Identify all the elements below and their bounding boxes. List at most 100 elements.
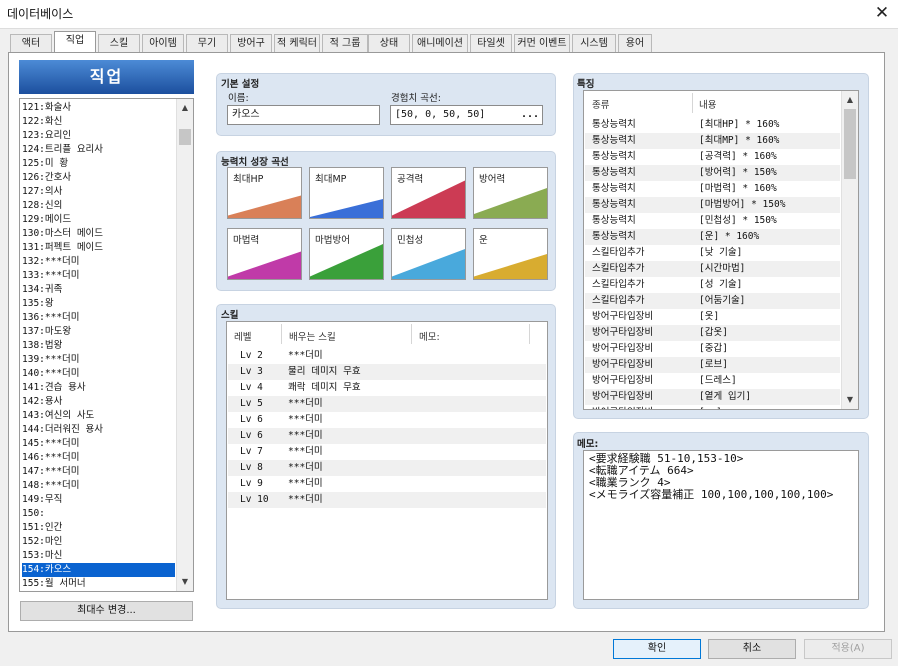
skills-table[interactable]: 레벨 배우는 스킬 메모: Lv 2 ***더미 Lv 3 물리 데미지 무효 Lv 4… — [226, 321, 548, 600]
class-list-item[interactable]: 141:견습 용사 — [22, 381, 175, 395]
class-list-item[interactable]: 139:***더미 — [22, 353, 175, 367]
table-row[interactable]: 통상능력치 [마법방어] * 150% — [585, 197, 840, 213]
cancel-button[interactable]: 취소 — [708, 639, 796, 659]
scroll-thumb[interactable] — [179, 129, 191, 145]
tab-1[interactable]: 직업 — [54, 31, 96, 52]
class-list-item[interactable]: 126:간호사 — [22, 171, 175, 185]
class-list-item[interactable]: 130:마스터 메이드 — [22, 227, 175, 241]
table-row[interactable]: Lv 3 물리 데미지 무효 — [228, 364, 546, 380]
table-row[interactable]: 방어구타입장비 [옅게 입기] — [585, 389, 840, 405]
apply-button[interactable]: 적용(A) — [804, 639, 892, 659]
class-list-item[interactable]: 121:화술사 — [22, 101, 175, 115]
class-list-item[interactable]: 152:마인 — [22, 535, 175, 549]
param-curve[interactable]: 마법력 — [227, 228, 302, 280]
class-list-item[interactable]: 144:더러워진 용사 — [22, 423, 175, 437]
tab-9[interactable]: 애니메이션 — [412, 34, 468, 52]
table-row[interactable]: 통상능력치 [마법력] * 160% — [585, 181, 840, 197]
exp-curve-button[interactable]: ... — [521, 106, 539, 124]
class-list[interactable]: 121:화술사 122:화신 123:요리인 124:트리플 요리사 125:미 황 12… — [19, 98, 194, 592]
table-row[interactable]: 통상능력치 [방어력] * 150% — [585, 165, 840, 181]
tab-10[interactable]: 타일셋 — [470, 34, 512, 52]
class-list-item[interactable]: 153:마신 — [22, 549, 175, 563]
traits-scrollbar[interactable]: ▲ ▼ — [841, 91, 858, 409]
class-list-item[interactable]: 138:법왕 — [22, 339, 175, 353]
table-row[interactable]: 통상능력치 [운] * 160% — [585, 229, 840, 245]
table-row[interactable]: 스킬타입추가 [성 기술] — [585, 277, 840, 293]
class-list-item[interactable]: 132:***더미 — [22, 255, 175, 269]
close-icon[interactable]: ✕ — [872, 2, 892, 24]
param-curve[interactable]: 최대HP — [227, 167, 302, 219]
class-list-item[interactable]: 131:퍼펙트 메이드 — [22, 241, 175, 255]
tab-13[interactable]: 용어 — [618, 34, 652, 52]
table-row[interactable]: Lv 10 ***더미 — [228, 492, 546, 508]
class-list-item[interactable]: 148:***더미 — [22, 479, 175, 493]
table-row[interactable]: Lv 9 ***더미 — [228, 476, 546, 492]
table-row[interactable]: Lv 7 ***더미 — [228, 444, 546, 460]
scroll-down-icon[interactable]: ▼ — [842, 393, 858, 407]
tab-11[interactable]: 커먼 이벤트 — [514, 34, 570, 52]
class-list-item[interactable]: 133:***더미 — [22, 269, 175, 283]
class-list-item[interactable]: 122:화신 — [22, 115, 175, 129]
table-row[interactable]: Lv 6 ***더미 — [228, 412, 546, 428]
ok-button[interactable]: 확인 — [613, 639, 701, 659]
scroll-up-icon[interactable]: ▲ — [177, 101, 193, 115]
table-row[interactable]: Lv 8 ***더미 — [228, 460, 546, 476]
param-curve[interactable]: 최대MP — [309, 167, 384, 219]
name-input[interactable]: 카오스 — [227, 105, 380, 125]
tab-12[interactable]: 시스템 — [572, 34, 616, 52]
class-list-item[interactable]: 154:카오스 — [22, 563, 175, 577]
param-curve[interactable]: 민첩성 — [391, 228, 466, 280]
exp-curve-input[interactable]: [50, 0, 50, 50] ... — [390, 105, 543, 125]
memo-textarea[interactable]: <要求経験職 51-10,153-10> <転職アイテム 664> <職業ランク… — [583, 450, 859, 600]
table-row[interactable]: 스킬타입추가 [어둠기술] — [585, 293, 840, 309]
class-list-item[interactable]: 134:귀족 — [22, 283, 175, 297]
tab-8[interactable]: 상태 — [368, 34, 410, 52]
param-curve[interactable]: 운 — [473, 228, 548, 280]
param-curve[interactable]: 마법방어 — [309, 228, 384, 280]
class-list-scrollbar[interactable]: ▲ ▼ — [176, 99, 193, 591]
class-list-item[interactable]: 125:미 황 — [22, 157, 175, 171]
table-row[interactable]: 통상능력치 [최대MP] * 160% — [585, 133, 840, 149]
class-list-item[interactable]: 150: — [22, 507, 175, 521]
class-list-item[interactable]: 127:의사 — [22, 185, 175, 199]
class-list-item[interactable]: 147:***더미 — [22, 465, 175, 479]
class-list-item[interactable]: 149:무직 — [22, 493, 175, 507]
class-list-item[interactable]: 143:여신의 사도 — [22, 409, 175, 423]
tab-6[interactable]: 적 케릭터 — [274, 34, 320, 52]
class-list-item[interactable]: 128:신의 — [22, 199, 175, 213]
scroll-down-icon[interactable]: ▼ — [177, 575, 193, 589]
table-row[interactable]: 통상능력치 [민첩성] * 150% — [585, 213, 840, 229]
table-row[interactable]: 방어구타입장비 [..] — [585, 405, 840, 409]
class-list-item[interactable]: 129:메이드 — [22, 213, 175, 227]
class-list-item[interactable]: 142:용사 — [22, 395, 175, 409]
tab-2[interactable]: 스킬 — [98, 34, 140, 52]
param-curve[interactable]: 방어력 — [473, 167, 548, 219]
table-row[interactable]: Lv 6 ***더미 — [228, 428, 546, 444]
class-list-item[interactable]: 123:요리인 — [22, 129, 175, 143]
tab-0[interactable]: 액터 — [10, 34, 52, 52]
table-row[interactable]: 스킬타입추가 [시간마법] — [585, 261, 840, 277]
class-list-item[interactable]: 135:왕 — [22, 297, 175, 311]
tab-5[interactable]: 방어구 — [230, 34, 272, 52]
table-row[interactable]: 스킬타입추가 [낮 기술] — [585, 245, 840, 261]
table-row[interactable]: 방어구타입장비 [중갑] — [585, 341, 840, 357]
traits-table[interactable]: 종류 내용 통상능력치 [최대HP] * 160% 통상능력치 [최대MP] * 16… — [583, 90, 859, 410]
class-list-item[interactable]: 145:***더미 — [22, 437, 175, 451]
tab-7[interactable]: 적 그룹 — [322, 34, 368, 52]
table-row[interactable]: 통상능력치 [공격력] * 160% — [585, 149, 840, 165]
change-maximum-button[interactable]: 최대수 변경... — [20, 601, 193, 621]
tab-4[interactable]: 무기 — [186, 34, 228, 52]
scroll-up-icon[interactable]: ▲ — [842, 93, 858, 107]
class-list-item[interactable]: 140:***더미 — [22, 367, 175, 381]
tab-3[interactable]: 아이템 — [142, 34, 184, 52]
table-row[interactable]: 방어구타입장비 [옷] — [585, 309, 840, 325]
class-list-item[interactable]: 151:인간 — [22, 521, 175, 535]
table-row[interactable]: Lv 4 쾌락 데미지 무효 — [228, 380, 546, 396]
table-row[interactable]: Lv 2 ***더미 — [228, 348, 546, 364]
class-list-item[interactable]: 155:월 서머너 — [22, 577, 175, 591]
class-list-item[interactable]: 146:***더미 — [22, 451, 175, 465]
table-row[interactable]: 통상능력치 [최대HP] * 160% — [585, 117, 840, 133]
class-list-item[interactable]: 124:트리플 요리사 — [22, 143, 175, 157]
class-list-item[interactable]: 137:마도왕 — [22, 325, 175, 339]
class-list-item[interactable]: 136:***더미 — [22, 311, 175, 325]
